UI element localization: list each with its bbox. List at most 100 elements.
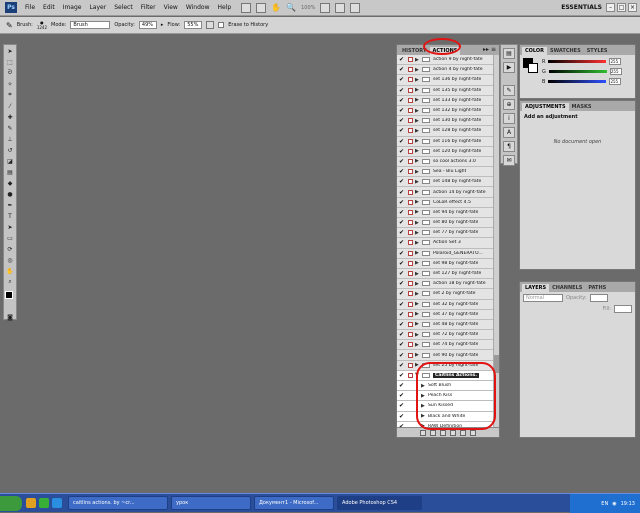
panel-menu-icon[interactable]: ▸▸ ≡	[483, 46, 496, 53]
tab-swatches[interactable]: SWATCHES	[547, 47, 584, 55]
color-slider-track[interactable]	[548, 80, 607, 83]
network-icon[interactable]: ◉	[612, 501, 616, 507]
dialog-toggle-icon[interactable]	[406, 290, 415, 298]
color-slider-track[interactable]	[548, 70, 607, 73]
dialog-toggle-icon[interactable]	[406, 239, 415, 247]
new-set-icon[interactable]	[450, 429, 456, 436]
action-set-row[interactable]: ✔ ▶ set 77 by night-fate	[397, 228, 499, 239]
toggle-check-icon[interactable]: ✔	[397, 199, 406, 206]
dialog-toggle-icon[interactable]	[406, 127, 415, 135]
blur-tool-icon[interactable]: ◆	[4, 178, 16, 188]
dialog-toggle-icon[interactable]	[406, 198, 415, 206]
zoom-level[interactable]: 100%	[301, 5, 315, 11]
toggle-check-icon[interactable]: ✔	[397, 372, 406, 379]
dialog-toggle-icon[interactable]	[406, 178, 415, 186]
action-set-row[interactable]: ✔ ▶ set 80 by night-fate	[397, 218, 499, 229]
layer-fill-input[interactable]	[614, 305, 632, 313]
expand-arrow-icon[interactable]: ▶	[415, 77, 422, 83]
action-set-row[interactable]: ✔ ▶ set 94 by night-fate	[397, 207, 499, 218]
dodge-tool-icon[interactable]: ●	[4, 189, 16, 199]
bridge-icon[interactable]	[241, 2, 252, 13]
actions-panel-icon[interactable]: ▶	[503, 62, 515, 73]
dialog-toggle-icon[interactable]	[406, 56, 415, 64]
delete-icon[interactable]	[470, 429, 476, 436]
expand-arrow-icon[interactable]: ▶	[415, 271, 422, 277]
toggle-check-icon[interactable]: ✔	[397, 87, 406, 94]
type-tool-icon[interactable]: T	[4, 211, 16, 221]
dialog-toggle-icon[interactable]	[406, 157, 415, 165]
expand-arrow-icon[interactable]: ▶	[415, 189, 422, 195]
toggle-check-icon[interactable]: ✔	[397, 189, 406, 196]
brushes-panel-icon[interactable]: ✎	[503, 85, 515, 96]
record-icon[interactable]	[430, 429, 436, 436]
dialog-toggle-icon[interactable]	[406, 341, 415, 349]
dialog-toggle-icon[interactable]	[406, 382, 415, 390]
action-set-row[interactable]: ✔ ▶ Polaroid_GENERATO...	[397, 248, 499, 259]
toggle-check-icon[interactable]: ✔	[397, 260, 406, 267]
tab-adjustments[interactable]: ADJUSTMENTS	[522, 103, 569, 111]
color-slider-track[interactable]	[548, 60, 607, 63]
move-tool-icon[interactable]: ➤	[4, 46, 16, 56]
dialog-toggle-icon[interactable]	[406, 208, 415, 216]
action-set-row[interactable]: ✔ ▶ set 90 by night-fate	[397, 350, 499, 361]
new-action-icon[interactable]	[460, 429, 466, 436]
expand-arrow-icon[interactable]: ▶	[415, 209, 422, 215]
crop-tool-icon[interactable]: ⌗	[4, 90, 16, 100]
info-panel-icon[interactable]: i	[503, 113, 515, 124]
toggle-check-icon[interactable]: ✔	[397, 168, 406, 175]
toggle-check-icon[interactable]: ✔	[397, 97, 406, 104]
menu-edit[interactable]: Edit	[39, 4, 59, 11]
dialog-toggle-icon[interactable]	[406, 270, 415, 278]
dialog-toggle-icon[interactable]	[406, 168, 415, 176]
tab-paths[interactable]: PATHS	[585, 284, 609, 292]
lasso-tool-icon[interactable]: ᘐ	[4, 68, 16, 78]
toggle-check-icon[interactable]: ✔	[397, 301, 406, 308]
dialog-toggle-icon[interactable]	[406, 137, 415, 145]
pen-tool-icon[interactable]: ✒	[4, 200, 16, 210]
taskbar-button-browser[interactable]: caitlins actions. by ~cr...	[68, 496, 168, 510]
eraser-icon[interactable]: ✎	[6, 21, 13, 30]
toggle-check-icon[interactable]: ✔	[397, 362, 406, 369]
dialog-toggle-icon[interactable]	[406, 310, 415, 318]
expand-arrow-icon[interactable]: ▶	[415, 199, 422, 205]
language-indicator[interactable]: EN	[601, 501, 608, 507]
toggle-check-icon[interactable]: ✔	[397, 290, 406, 297]
expand-arrow-icon[interactable]: ▶	[415, 67, 422, 73]
dialog-toggle-icon[interactable]	[406, 300, 415, 308]
dialog-toggle-icon[interactable]	[406, 280, 415, 288]
expand-arrow-icon[interactable]: ▶	[415, 260, 422, 266]
action-set-row[interactable]: ✔ ▶ action 9 by night-fate	[397, 55, 499, 66]
toggle-check-icon[interactable]: ✔	[397, 158, 406, 165]
action-set-row[interactable]: ✔ ▶ action 18 by night-fate	[397, 279, 499, 290]
dialog-toggle-icon[interactable]	[406, 361, 415, 369]
menu-window[interactable]: Window	[182, 4, 214, 11]
path-select-tool-icon[interactable]: ➤	[4, 222, 16, 232]
action-set-row[interactable]: ✔ ▶ set 132 by night-fate	[397, 105, 499, 117]
menu-image[interactable]: Image	[59, 4, 86, 11]
action-set-row[interactable]: ✔ ▶ set 74 by night-fate	[397, 340, 499, 351]
shape-tool-icon[interactable]: ▭	[4, 233, 16, 243]
notes-panel-icon[interactable]: ✉	[503, 155, 515, 166]
airbrush-icon[interactable]: ▸	[161, 22, 164, 28]
eraser-tool-icon[interactable]: ◪	[4, 156, 16, 166]
expand-arrow-icon[interactable]: ▶	[415, 97, 422, 103]
dialog-toggle-icon[interactable]	[406, 219, 415, 227]
hand-tool-icon[interactable]: ✋	[271, 3, 281, 12]
toggle-check-icon[interactable]: ✔	[397, 117, 406, 124]
zoom-tool-icon[interactable]: 🔍	[286, 3, 296, 12]
action-set-row[interactable]: ✔ ▶ Action Set 3	[397, 238, 499, 249]
media-icon[interactable]	[39, 498, 49, 508]
action-set-row[interactable]: ✔ ▶ set 37 by night-fate	[397, 309, 499, 320]
expand-arrow-icon[interactable]: ▶	[415, 158, 422, 164]
action-set-row[interactable]: ✔ ▶ so cool actions 3.0	[397, 156, 499, 168]
expand-arrow-icon[interactable]: ▶	[415, 138, 422, 144]
toggle-check-icon[interactable]: ✔	[397, 280, 406, 287]
expand-arrow-icon[interactable]: ▶	[415, 291, 422, 297]
expand-arrow-icon[interactable]: ▶	[415, 301, 422, 307]
flow-input[interactable]: 55%	[184, 21, 203, 29]
toggle-check-icon[interactable]: ✔	[397, 148, 406, 155]
toggle-check-icon[interactable]: ✔	[397, 331, 406, 338]
explorer-icon[interactable]	[26, 498, 36, 508]
dialog-toggle-icon[interactable]	[406, 86, 415, 94]
menu-view[interactable]: View	[160, 4, 182, 11]
